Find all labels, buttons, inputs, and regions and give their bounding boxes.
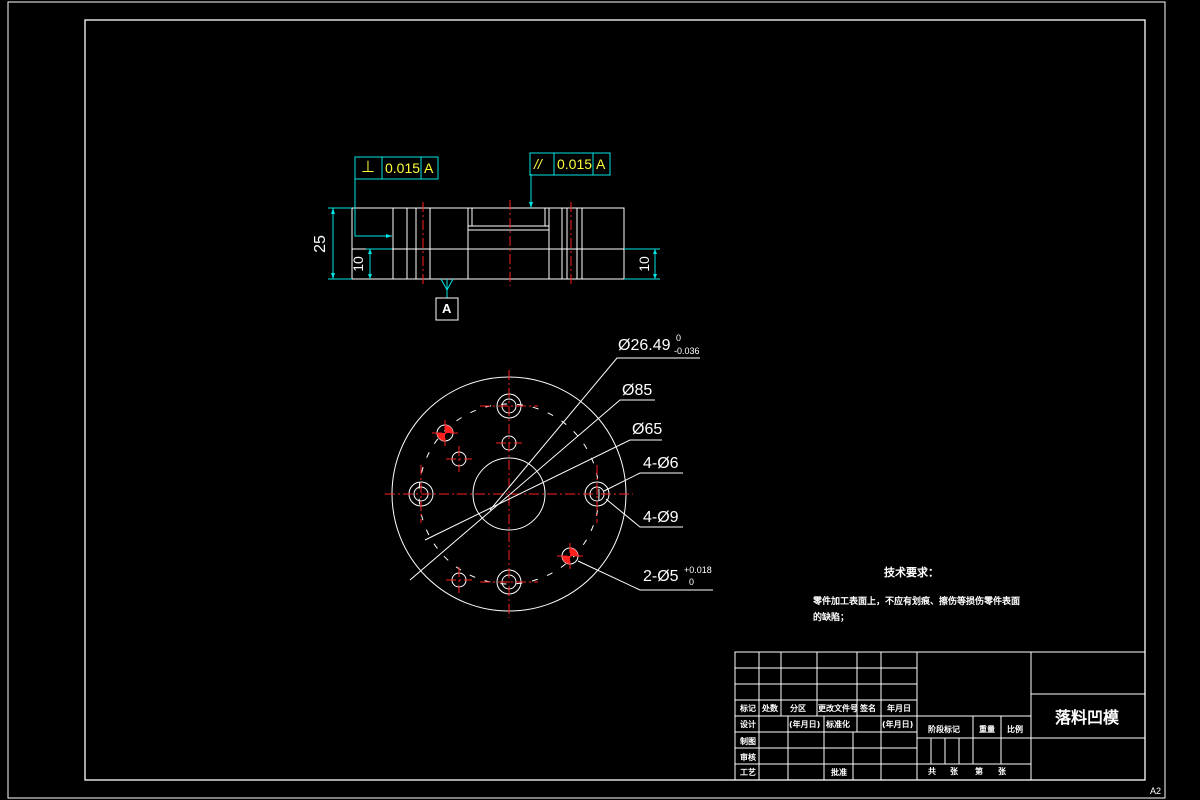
tolerance-right-datum: A — [596, 156, 606, 172]
tolerance-left-datum: A — [424, 160, 434, 176]
tb-h-doc: 更改文件号 — [818, 704, 858, 713]
tb-h-zone: 分区 — [790, 704, 806, 713]
tb-sheet-no: 第 — [975, 767, 983, 776]
tolerance-left-value: 0.015 — [385, 160, 421, 176]
drawing-sheet — [7, 1, 1166, 799]
side-view — [351, 207, 625, 280]
dim-left-step-10: 10 — [349, 256, 366, 272]
dim-d26: Ø26.49 — [618, 337, 671, 354]
tb-h-count: 处数 — [762, 704, 778, 713]
tb-scale: 比例 — [1007, 725, 1023, 734]
tb-design: 设计 — [740, 720, 756, 729]
dim-arrows — [331, 202, 657, 279]
tb-weight: 重量 — [979, 725, 995, 734]
tb-h-sign: 签名 — [860, 704, 876, 713]
dim-2-d5-upper: +0.018 — [684, 565, 712, 575]
tolerance-right-symbol: // — [534, 156, 542, 172]
tb-design-date1: (年月日) — [789, 720, 821, 729]
tech-req-line2: 的缺陷； — [813, 613, 850, 623]
tb-h-mark: 标记 — [740, 704, 756, 713]
tb-sheet-unit: 张 — [998, 767, 1006, 776]
datum-label: A — [442, 301, 452, 316]
tolerance-right-value: 0.015 — [557, 156, 593, 172]
dim-4-d9: 4-Ø9 — [643, 509, 679, 526]
inner-frame — [84, 19, 1146, 781]
tb-drafting: 制图 — [740, 737, 756, 746]
tb-design-date2: (年月日) — [882, 720, 914, 729]
outer-border — [7, 1, 1166, 799]
tb-stage-mark: 阶段标记 — [928, 725, 960, 734]
tb-review: 审核 — [740, 753, 756, 762]
dim-4-d6: 4-Ø6 — [643, 455, 679, 472]
tolerance-left-symbol: ⊥ — [361, 159, 375, 176]
tech-req-line1: 零件加工表面上，不应有划痕、擦伤等损伤零件表面 — [813, 597, 1021, 607]
dim-right-step-10: 10 — [635, 256, 652, 272]
tb-total: 共 — [928, 767, 936, 776]
drawing-title: 落料凹模 — [1055, 708, 1120, 727]
tb-sheets: 张 — [950, 767, 958, 776]
tb-h-date: 年月日 — [887, 704, 911, 713]
tb-approve: 批准 — [831, 768, 847, 777]
tb-process: 工艺 — [740, 768, 756, 777]
dim-d65: Ø65 — [632, 421, 663, 438]
tech-req-heading: 技术要求： — [884, 566, 939, 579]
tb-standardization: 标准化 — [826, 720, 850, 729]
dim-d26-upper: 0 — [676, 333, 682, 343]
dim-2-d5-lower: 0 — [689, 577, 695, 587]
dim-d85: Ø85 — [622, 382, 653, 399]
dim-2-d5: 2-Ø5 — [643, 568, 679, 585]
dim-height-25: 25 — [311, 235, 329, 253]
sheet-size-label: A2 — [1150, 786, 1162, 796]
plan-view-centerlines — [385, 370, 633, 618]
dim-d26-lower: -0.036 — [674, 346, 700, 356]
plan-view-leaders — [409, 357, 713, 591]
